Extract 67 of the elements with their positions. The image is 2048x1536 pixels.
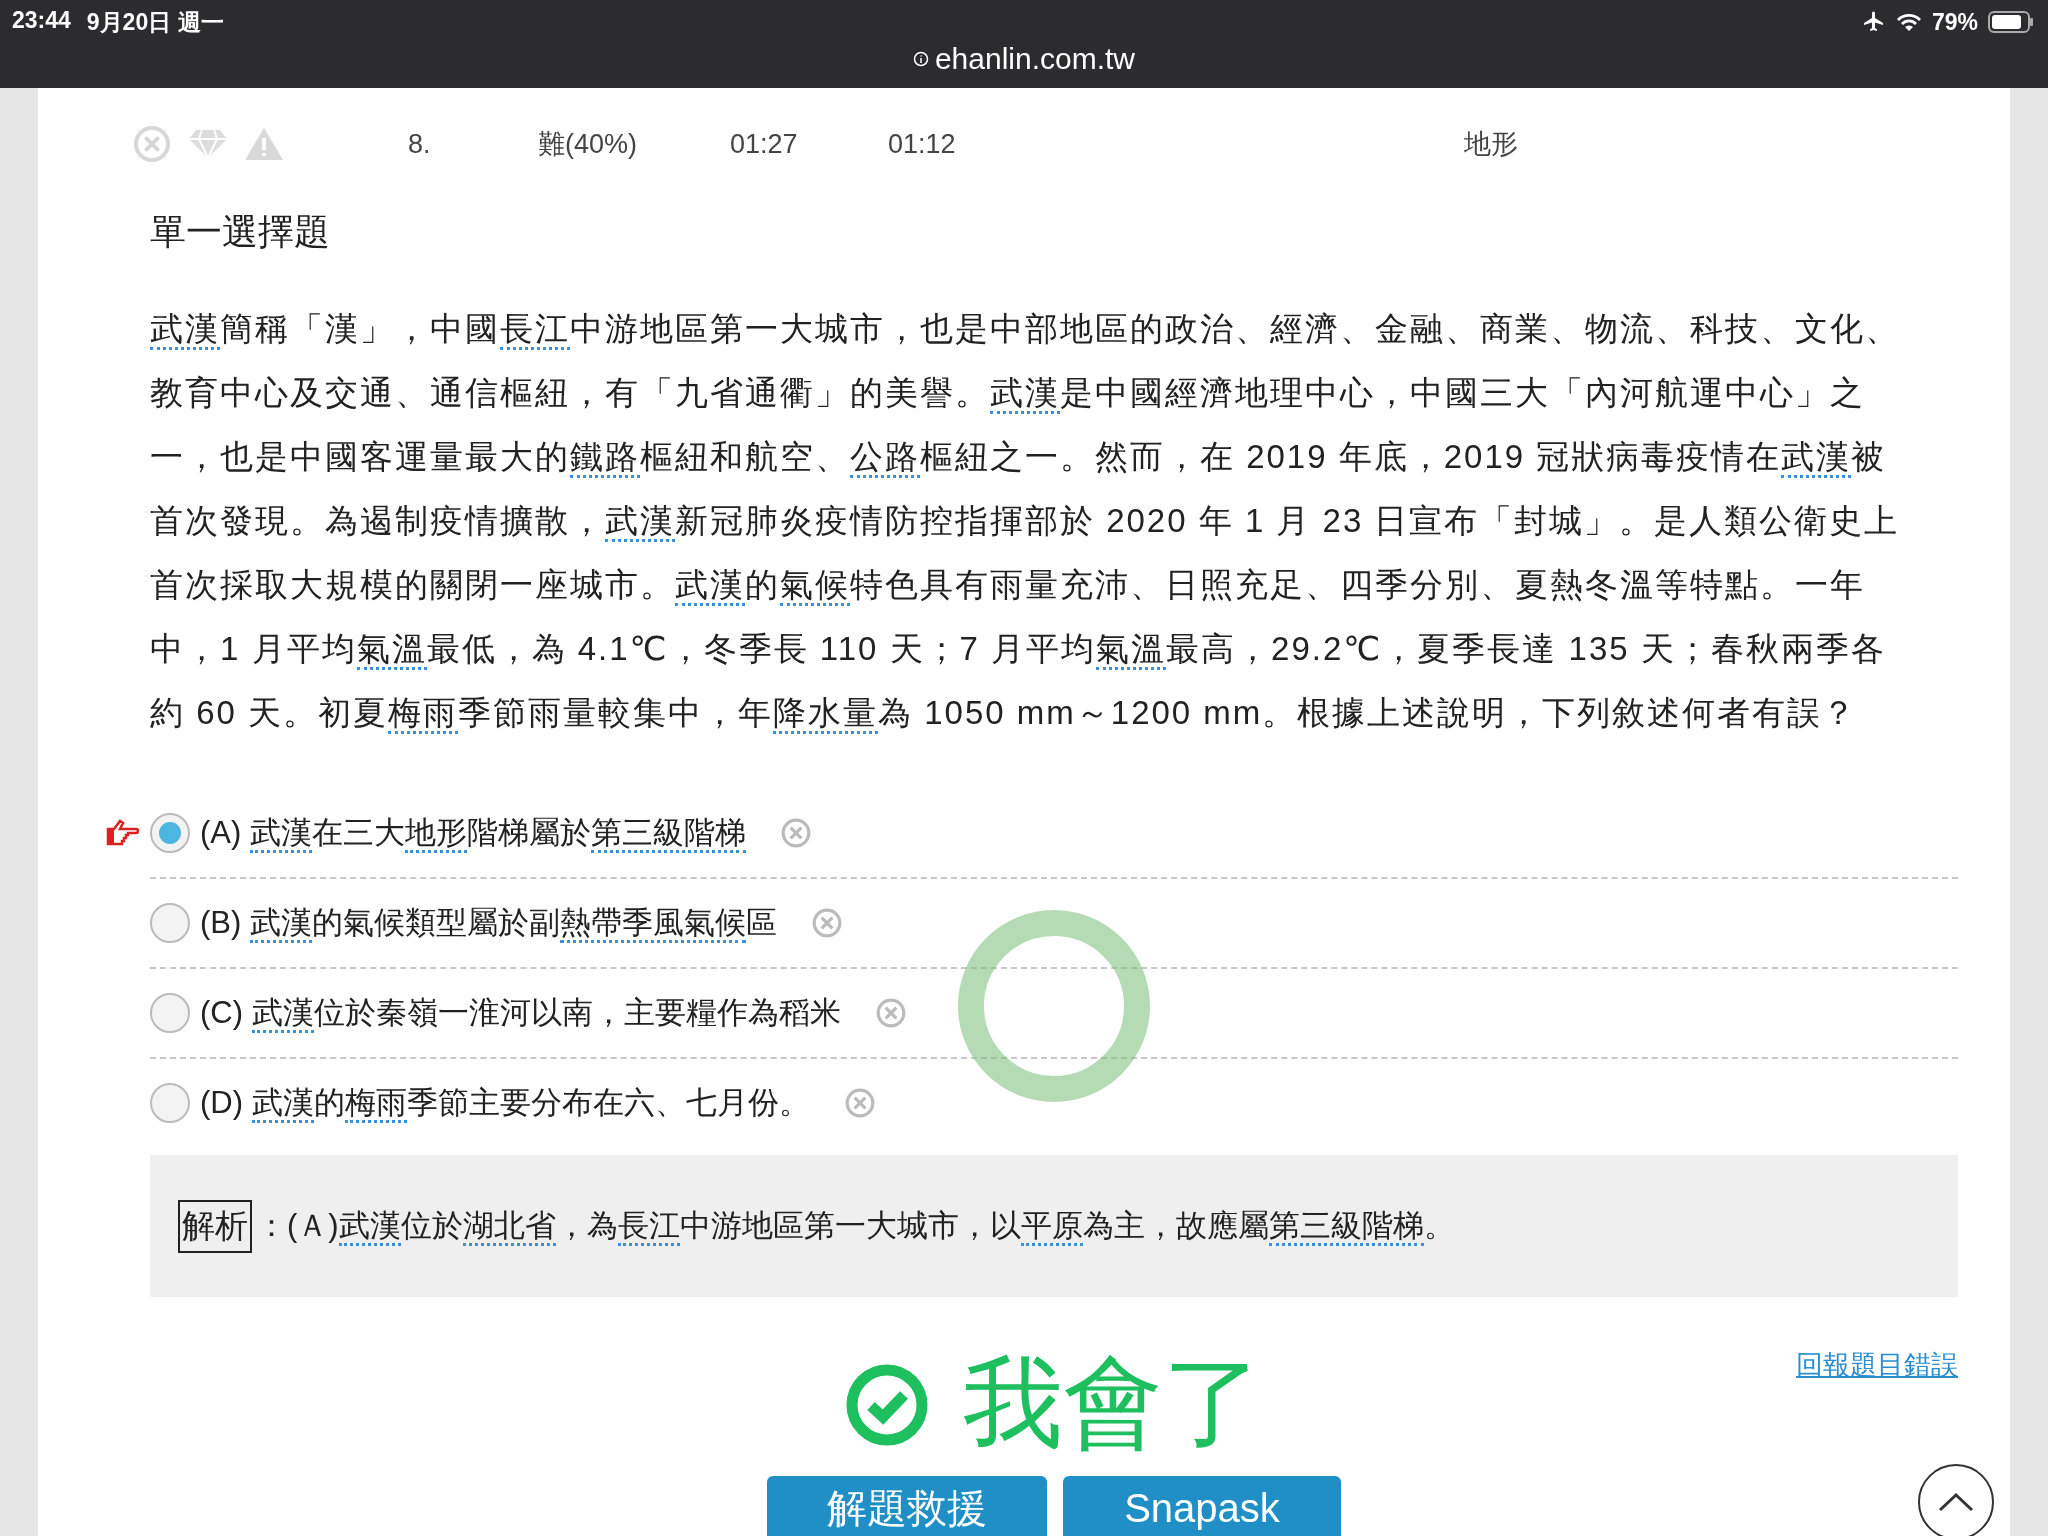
term-link[interactable]: 武漢 [675,566,745,606]
diamond-icon[interactable] [188,128,228,160]
date-text: 9月20日 週一 [86,7,224,37]
battery-icon [1988,11,2034,33]
action-button[interactable]: 解題救援 [767,1476,1047,1536]
close-icon[interactable] [843,1087,876,1119]
answer-option[interactable]: (C) 武漢位於秦嶺一淮河以南，主要糧作為稻米 [150,969,1958,1059]
term-link[interactable]: 熱帶季風氣候 [559,905,746,943]
term-link[interactable]: 氣溫 [1096,630,1167,670]
term-link[interactable]: 武漢 [249,905,312,943]
radio-button[interactable] [150,993,190,1033]
topic-text: 地形 [1464,128,1519,161]
close-icon[interactable] [779,817,812,849]
answer-option[interactable]: (D) 武漢的梅雨季節主要分布在六、七月份。 [150,1059,1958,1147]
difficulty-text: 難(40%) [538,128,639,161]
term-link[interactable]: 第三級階梯 [590,815,746,853]
question-passage: 武漢簡稱「漢」，中國長江中游地區第一大城市，也是中部地區的政治、經濟、金融、商業、物流、科技、文化、教育中心及交通、通信樞紐，有「九省通衢」的美譽。武漢是中國經濟地理中心，中國三大「內河航運中心」之一，也是中國客運量最大的鐵路樞紐和航空、公路樞紐之一。然而，在 2019 年底，2019 冠狀病毒疫情在武漢被首次發現。為遏制疫情擴散，武漢新冠肺炎疫情防控指揮部於 2020 年 1 月 23 日宣布「封城」。是人類公衛史上首次採取大規模的關閉一座城市。武漢的氣候特色具有雨量充沛、日照充足、四季分別、夏熱冬溫等特點。一年中，1 月平均氣溫最低，為 4.1℃，冬季長 110 天；7 月平均氣溫最高，29.2℃，夏季長達 135 天；春秋兩季各約 60 天。初夏梅雨季節雨量較集中，年降水量為 1050 mm～1200 mm。根據上述說明，下列敘述何者有誤？ [150,297,1920,745]
option-text: (A) 武漢在三大地形階梯屬於第三級階梯 [200,812,746,854]
term-link[interactable]: 武漢 [251,995,314,1033]
airplane-icon [1861,10,1886,34]
close-icon[interactable] [132,124,172,164]
term-link[interactable]: 長江 [617,1208,680,1246]
term-link[interactable]: 第三級階梯 [1268,1208,1424,1246]
warning-icon[interactable] [244,126,284,162]
close-icon[interactable] [810,907,843,939]
info-icon [912,51,929,67]
option-text: (D) 武漢的梅雨季節主要分布在六、七月份。 [200,1082,810,1124]
term-link[interactable]: 武漢 [1781,438,1852,478]
term-link[interactable]: 鐵路 [570,438,640,478]
report-error-link[interactable]: 回報題目錯誤 [1796,1347,1958,1383]
explanation-label: 解析 [178,1199,252,1253]
chevron-up-icon [1938,1492,1974,1512]
pointing-hand-icon [106,819,140,847]
answer-option[interactable]: (B) 武漢的氣候類型屬於副熱帶季風氣候區 [150,879,1958,969]
clock-time: 23:44 [12,6,71,35]
option-text: (B) 武漢的氣候類型屬於副熱帶季風氣候區 [200,902,777,944]
explanation-text: ：(Ａ)武漢位於湖北省，為長江中游地區第一大城市，以平原為主，故應屬第三級階梯。 [256,1205,1455,1247]
answer-option[interactable]: (A) 武漢在三大地形階梯屬於第三級階梯 [150,789,1958,879]
term-link[interactable]: 梅雨 [344,1085,407,1123]
radio-button[interactable] [150,1083,190,1123]
radio-button[interactable] [150,813,190,853]
term-link[interactable]: 氣候 [780,566,850,606]
term-link[interactable]: 湖北省 [462,1208,556,1246]
radio-button[interactable] [150,903,190,943]
term-link[interactable]: 平原 [1020,1208,1083,1246]
term-link[interactable]: 公路 [850,438,920,478]
option-text: (C) 武漢位於秦嶺一淮河以南，主要糧作為稻米 [200,992,841,1034]
term-link[interactable]: 武漢 [990,374,1060,414]
term-link[interactable]: 地形 [404,815,467,853]
wifi-icon [1895,11,1922,33]
term-link[interactable]: 武漢 [249,815,312,853]
close-icon[interactable] [874,997,907,1029]
question-type: 單一選擇題 [150,210,331,254]
check-circle-icon [845,1362,929,1447]
term-link[interactable]: 氣溫 [356,630,427,670]
term-link[interactable]: 武漢 [251,1085,314,1123]
question-number: 8. [408,128,432,160]
term-link[interactable]: 長江 [500,310,570,350]
term-link[interactable]: 武漢 [150,310,220,350]
term-link[interactable]: 武漢 [338,1208,401,1246]
time-text: 01:27 [730,128,799,160]
battery-percent: 79% [1931,8,1978,36]
term-link[interactable]: 降水量 [773,694,879,734]
action-button[interactable]: Snapask [1063,1476,1341,1536]
term-link[interactable]: 武漢 [605,502,675,542]
time-text: 01:12 [888,128,957,160]
term-link[interactable]: 梅雨 [388,694,459,734]
